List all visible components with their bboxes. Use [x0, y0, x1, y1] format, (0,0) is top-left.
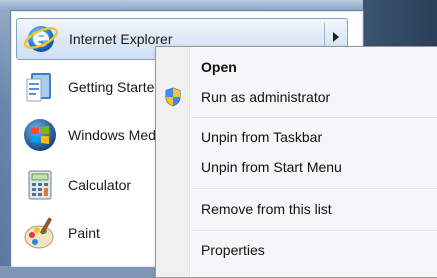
internet-explorer-icon: [23, 21, 59, 57]
menu-separator: [192, 188, 437, 190]
context-menu: Open Run as administrator Unpin from Tas…: [155, 46, 437, 278]
paint-icon: [22, 215, 58, 251]
menu-item-open[interactable]: Open: [201, 59, 237, 75]
uac-shield-icon: [164, 87, 182, 107]
calculator-icon: [22, 167, 58, 203]
menu-separator: [192, 117, 437, 119]
program-label: Internet Explorer: [69, 31, 173, 47]
program-label: Calculator: [68, 177, 132, 193]
menu-separator: [192, 230, 437, 232]
menu-item-unpin-start-menu[interactable]: Unpin from Start Menu: [201, 159, 342, 175]
menu-item-unpin-taskbar[interactable]: Unpin from Taskbar: [201, 129, 322, 145]
chevron-right-icon[interactable]: [333, 32, 339, 42]
menu-item-remove-from-list[interactable]: Remove from this list: [201, 201, 332, 217]
context-menu-gutter: [156, 47, 191, 277]
menu-item-properties[interactable]: Properties: [201, 242, 265, 258]
menu-item-run-as-administrator[interactable]: Run as administrator: [201, 89, 330, 105]
windows-logo-icon: [22, 117, 58, 153]
program-label: Paint: [68, 225, 100, 241]
getting-started-icon: [22, 69, 58, 105]
program-label: Getting Started: [68, 79, 163, 95]
